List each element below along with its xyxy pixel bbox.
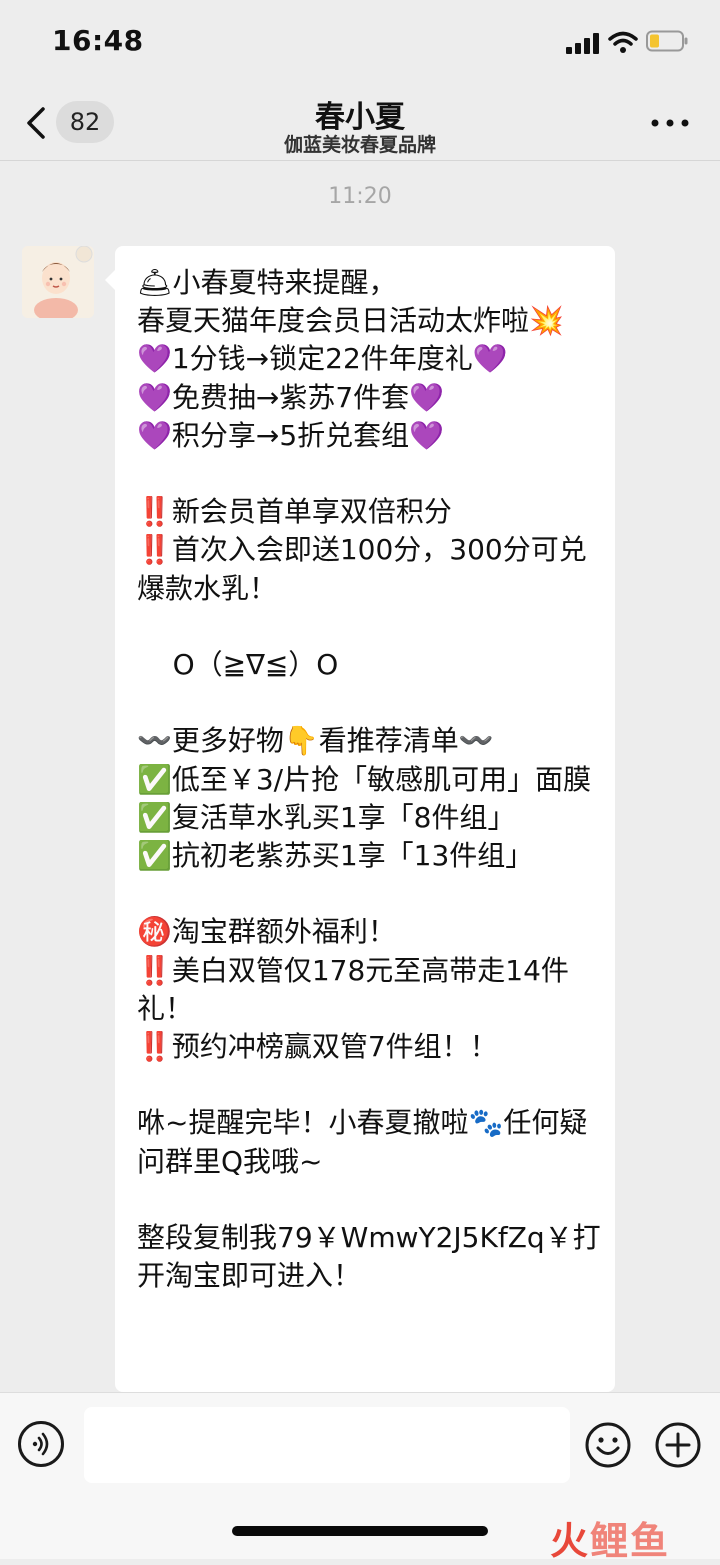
cellular-signal-icon bbox=[566, 33, 599, 54]
bubble-tail bbox=[105, 270, 115, 290]
message-timestamp: 11:20 bbox=[328, 184, 392, 209]
message-text: 🛎小春夏特来提醒， 春夏天猫年度会员日活动太炸啦💥 💜1分钱→锁定22件年度礼💜… bbox=[137, 266, 601, 1293]
emoji-icon[interactable] bbox=[584, 1421, 632, 1469]
status-time: 16:48 bbox=[52, 24, 144, 57]
nav-bar: 82 春小夏 伽蓝美妆春夏品牌 bbox=[0, 86, 720, 161]
plus-icon[interactable] bbox=[654, 1421, 702, 1469]
sender-avatar[interactable] bbox=[22, 246, 94, 318]
avatar-illustration-icon bbox=[22, 246, 94, 318]
chat-subtitle: 伽蓝美妆春夏品牌 bbox=[283, 134, 436, 156]
input-bar: 火鲤鱼 bbox=[0, 1392, 720, 1563]
wifi-icon bbox=[608, 31, 638, 53]
watermark-part1: 火 bbox=[550, 1519, 591, 1563]
message-input[interactable] bbox=[84, 1407, 570, 1483]
voice-input-button[interactable] bbox=[18, 1421, 64, 1467]
watermark-logo: 火鲤鱼 bbox=[550, 1510, 670, 1565]
home-indicator bbox=[232, 1526, 488, 1536]
voice-icon bbox=[32, 1432, 49, 1456]
watermark-part2: 鲤鱼 bbox=[590, 1519, 671, 1563]
message-bubble[interactable]: 🛎小春夏特来提醒， 春夏天猫年度会员日活动太炸啦💥 💜1分钱→锁定22件年度礼💜… bbox=[105, 246, 615, 1392]
status-bar: 16:48 bbox=[0, 0, 720, 86]
more-options-icon[interactable] bbox=[650, 118, 690, 128]
battery-icon bbox=[646, 30, 688, 52]
